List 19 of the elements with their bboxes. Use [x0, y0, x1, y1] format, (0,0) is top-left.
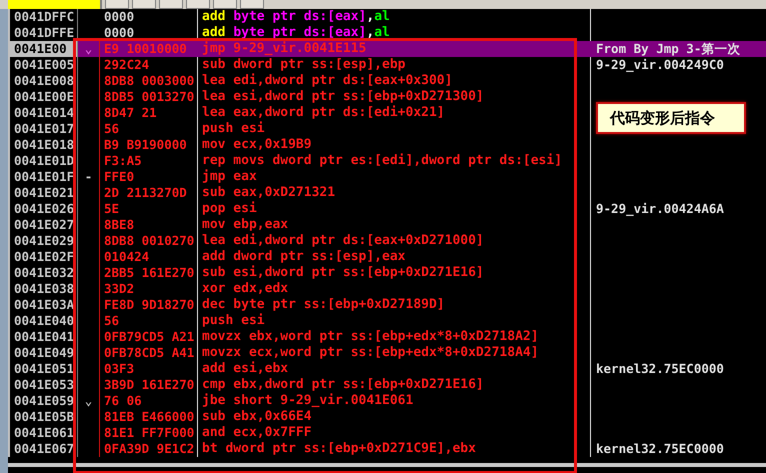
address-cell: 0041E00	[10, 41, 78, 57]
comment-text: kernel32.75EC0000	[596, 361, 724, 376]
comment-text: 9-29_vir.004249C0	[596, 57, 724, 72]
jump-mark: ⌄	[84, 43, 92, 55]
disassembly-text: jmp 9-29_vir.0041E115	[198, 41, 591, 57]
hex-bytes: E9 10010000	[100, 41, 198, 57]
toolbar-button[interactable]	[105, 0, 129, 9]
toolbar-button[interactable]	[132, 0, 156, 9]
callout-note: 代码变形后指令	[596, 102, 746, 134]
jump-mark: -	[84, 171, 92, 183]
jump-mark: ⌄	[84, 395, 92, 407]
comment-text: kernel32.75EC0000	[596, 441, 724, 456]
toolbar-button[interactable]	[186, 0, 210, 9]
toolbar-field[interactable]	[8, 0, 102, 9]
toolbar-button[interactable]	[159, 0, 183, 9]
comment-text: From By Jmp 3-第一次	[596, 41, 740, 56]
comment-text: 9-29_vir.00424A6A	[596, 201, 724, 216]
toolbar-button[interactable]	[240, 0, 264, 9]
toolbar-button[interactable]	[213, 0, 237, 9]
